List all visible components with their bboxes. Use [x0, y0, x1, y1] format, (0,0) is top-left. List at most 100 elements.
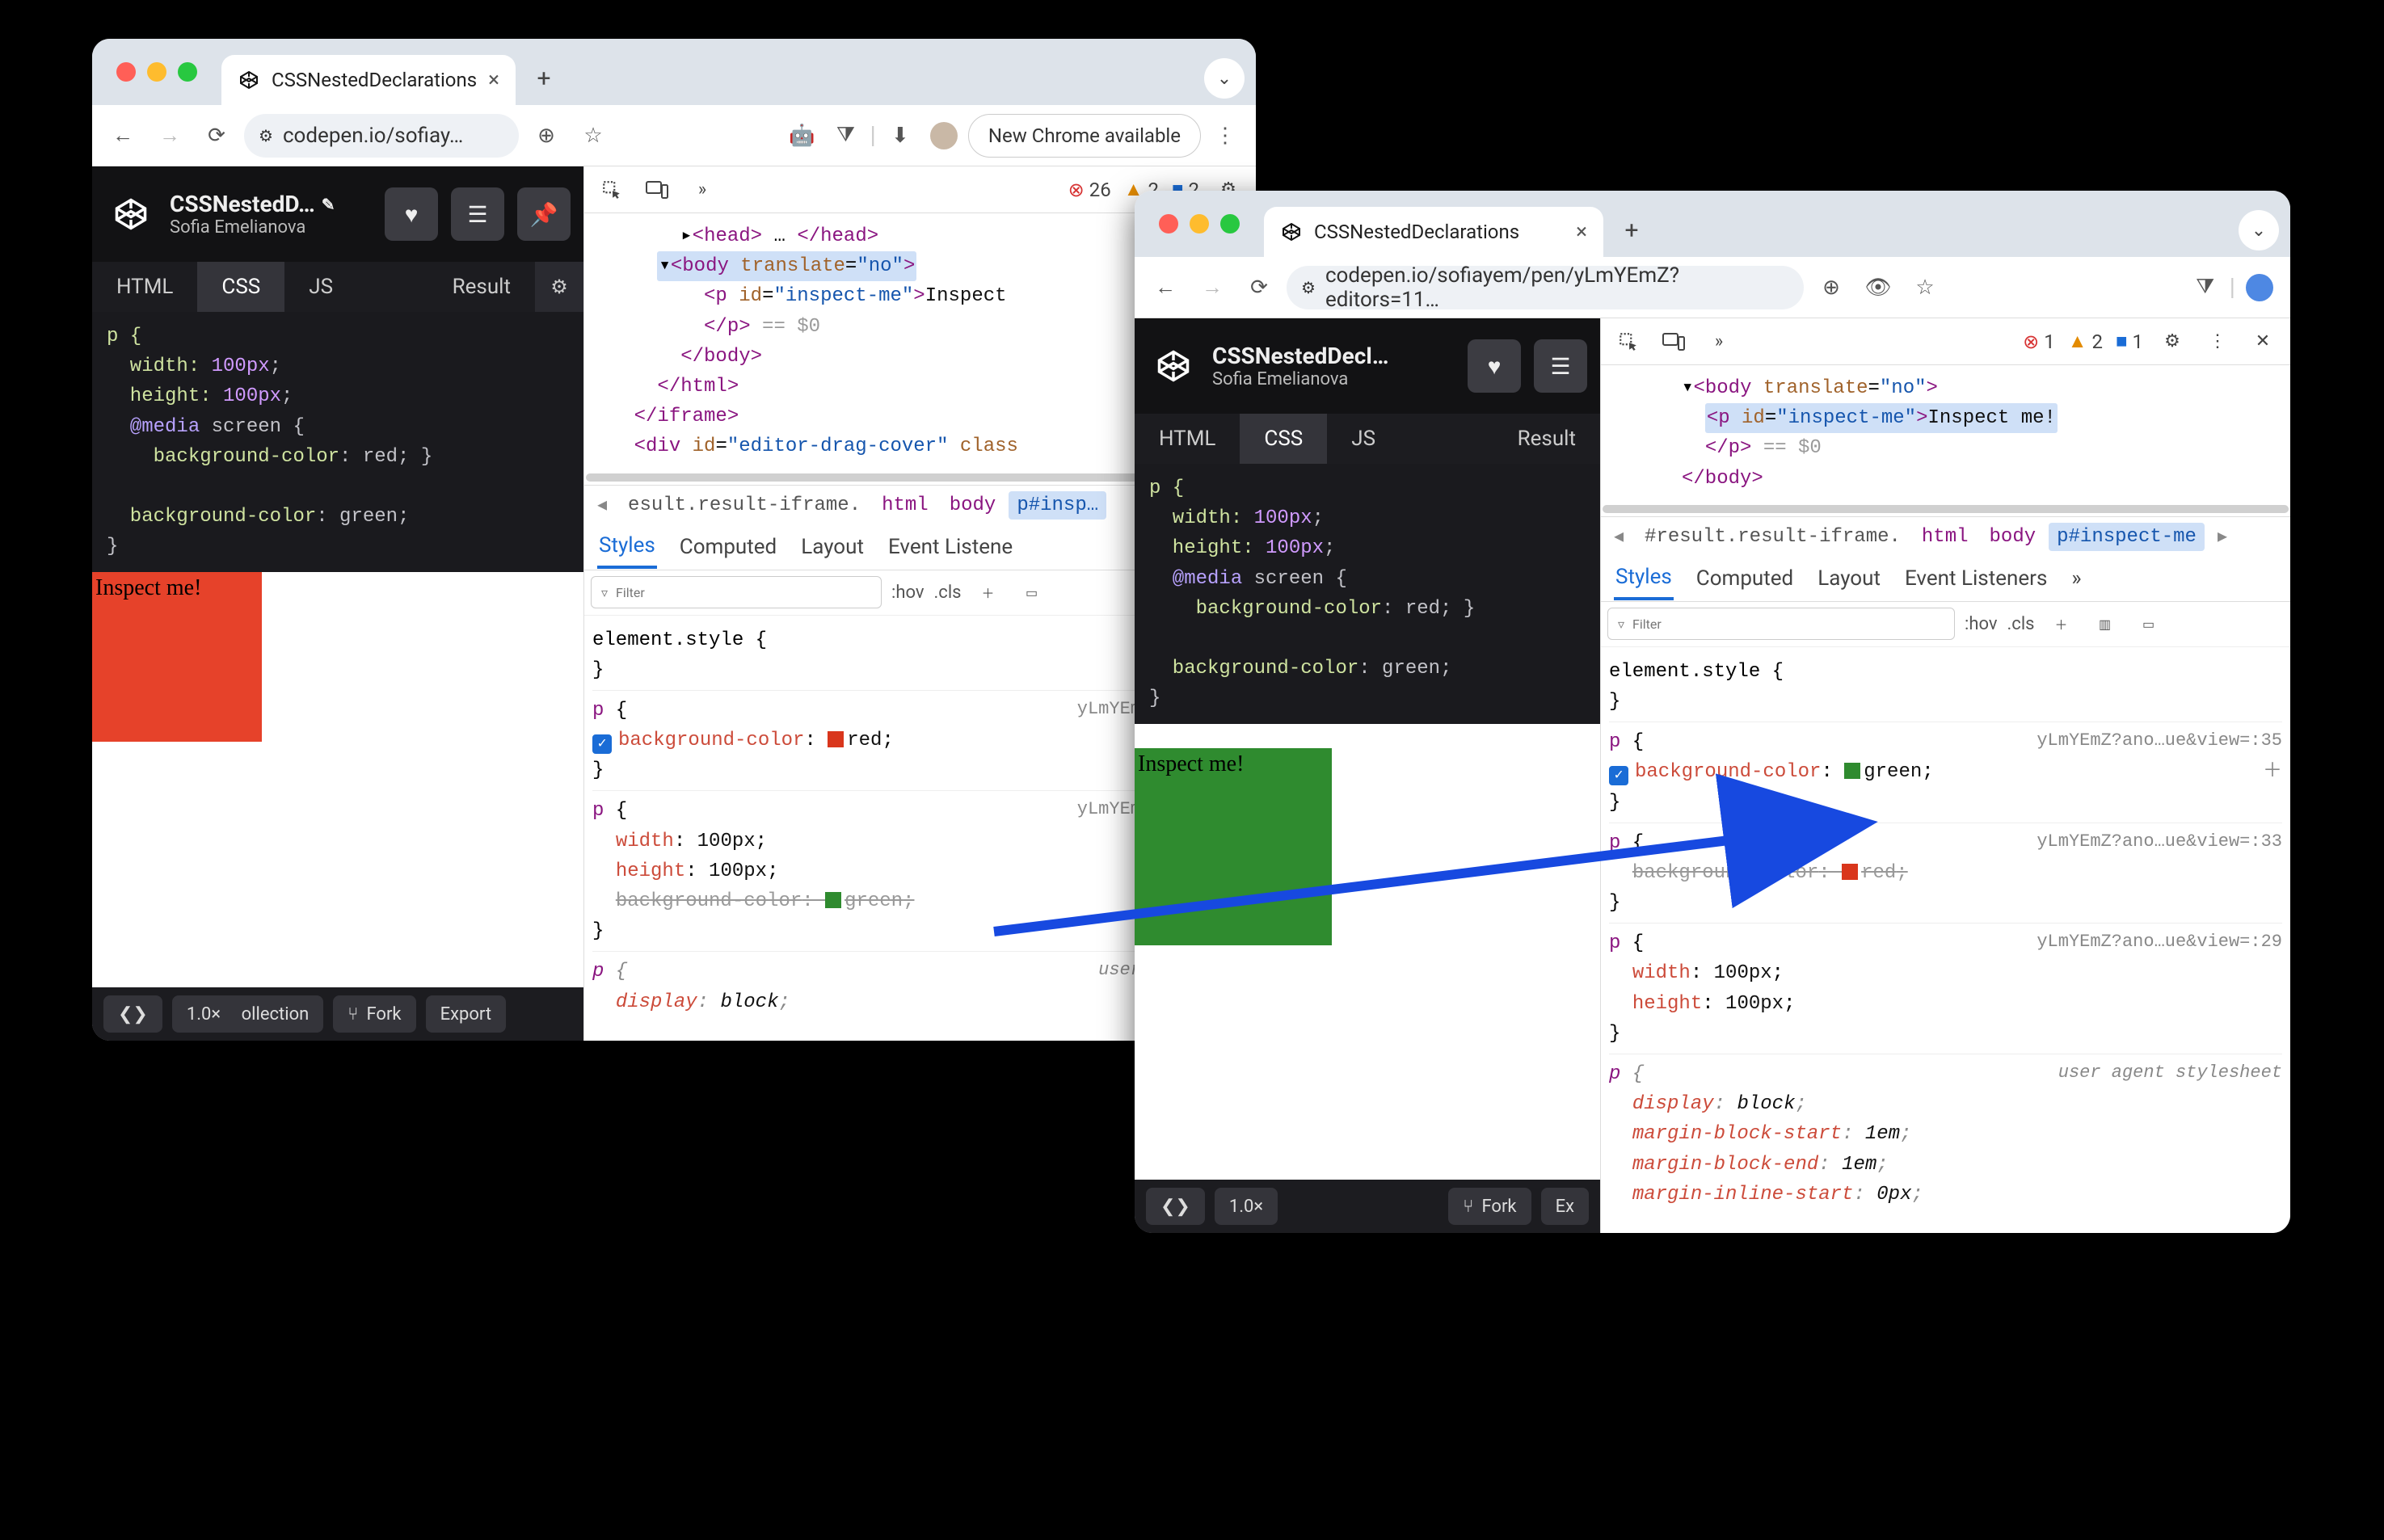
- crumb-prev[interactable]: ◀: [589, 491, 615, 519]
- back-button[interactable]: ←: [103, 116, 142, 155]
- tab-overflow-button[interactable]: ⌄: [1204, 58, 1245, 99]
- color-swatch-red[interactable]: [828, 731, 844, 747]
- filter-input[interactable]: ▿ Filter: [591, 576, 882, 608]
- close-devtools-icon[interactable]: ✕: [2247, 326, 2279, 358]
- tab-css[interactable]: CSS: [1240, 414, 1327, 464]
- error-count[interactable]: ⊗26: [1068, 179, 1111, 201]
- profile-avatar[interactable]: [2240, 268, 2279, 307]
- forward-button[interactable]: →: [150, 116, 189, 155]
- tab-styles[interactable]: Styles: [1614, 557, 1674, 600]
- device-mode-icon[interactable]: [641, 174, 673, 206]
- layers-icon[interactable]: ▭: [1015, 575, 1049, 609]
- browser-tab[interactable]: CSSNestedDeclarations ×: [1264, 207, 1603, 257]
- tab-listeners[interactable]: Event Listene: [887, 527, 1014, 567]
- tab-gear-icon[interactable]: ⚙: [535, 262, 583, 312]
- crumb-selected[interactable]: p#inspect-me: [2049, 523, 2205, 551]
- eye-off-icon[interactable]: 👁: [1859, 268, 1898, 307]
- maximize-window-button[interactable]: [178, 62, 197, 82]
- crumb-iframe[interactable]: #result.result-iframe.: [1636, 523, 1909, 551]
- tab-overflow-button[interactable]: ⌄: [2239, 210, 2279, 250]
- cls-toggle[interactable]: .cls: [934, 583, 962, 603]
- elements-tree[interactable]: ▾<body translate="no"> <p id="inspect-me…: [1601, 365, 2290, 502]
- zoom-icon[interactable]: ⊕: [527, 116, 566, 155]
- tab-styles[interactable]: Styles: [597, 525, 657, 569]
- maximize-window-button[interactable]: [1220, 214, 1240, 234]
- device-mode-icon[interactable]: [1657, 326, 1690, 358]
- heart-button[interactable]: ♥: [1468, 339, 1521, 393]
- console-toggle[interactable]: ❮❯: [103, 995, 162, 1033]
- url-field[interactable]: ⚙ codepen.io/sofiayem/pen/yLmYEmZ?editor…: [1287, 266, 1804, 309]
- url-field[interactable]: ⚙ codepen.io/sofiay…: [244, 114, 519, 158]
- close-tab-icon[interactable]: ×: [1576, 220, 1587, 244]
- source-link[interactable]: yLmYEmZ?ano…ue&view=:35: [2037, 727, 2282, 755]
- tab-layout[interactable]: Layout: [1816, 558, 1882, 599]
- tab-js[interactable]: JS: [284, 262, 357, 312]
- kebab-menu-icon[interactable]: ⋮: [1206, 116, 1245, 155]
- zoom-label[interactable]: 1.0× ollection: [172, 995, 323, 1033]
- color-swatch-red[interactable]: [1842, 864, 1858, 880]
- fork-button[interactable]: ⑂ Fork: [1448, 1188, 1531, 1225]
- error-count[interactable]: ⊗1: [2023, 330, 2055, 353]
- source-link[interactable]: yLmYEmZ?ano…ue&view=:29: [2037, 928, 2282, 956]
- close-window-button[interactable]: [116, 62, 136, 82]
- scrollbar[interactable]: [1603, 505, 2289, 513]
- site-settings-icon[interactable]: ⚙: [259, 126, 273, 145]
- tab-result[interactable]: Result: [428, 262, 535, 312]
- export-button[interactable]: Ex: [1541, 1188, 1589, 1225]
- tab-result[interactable]: Result: [1493, 414, 1600, 464]
- close-tab-icon[interactable]: ×: [488, 68, 499, 92]
- tab-computed[interactable]: Computed: [1695, 558, 1795, 599]
- inspect-target[interactable]: Inspect me!: [1135, 748, 1332, 945]
- tab-listeners[interactable]: Event Listeners: [1903, 558, 2049, 599]
- more-panels-icon[interactable]: »: [686, 174, 718, 206]
- browser-tab[interactable]: CSSNestedDeclarations ×: [221, 55, 516, 105]
- layers-icon[interactable]: ▭: [2132, 607, 2166, 641]
- flex-icon[interactable]: ▥: [2088, 607, 2122, 641]
- color-swatch-green[interactable]: [825, 892, 841, 908]
- tab-html[interactable]: HTML: [92, 262, 197, 312]
- inspect-target[interactable]: Inspect me!: [92, 572, 262, 742]
- minimize-window-button[interactable]: [147, 62, 166, 82]
- more-panels-icon[interactable]: »: [1703, 326, 1735, 358]
- add-declaration-icon[interactable]: ＋: [2263, 757, 2282, 787]
- rule-enabled-checkbox[interactable]: ✓: [1609, 766, 1628, 785]
- settings-list-button[interactable]: ☰: [451, 187, 504, 241]
- reload-button[interactable]: ⟳: [197, 116, 236, 155]
- crumb-html[interactable]: html: [874, 491, 937, 520]
- downloads-icon[interactable]: ⬇: [881, 116, 920, 155]
- robot-icon[interactable]: 🤖: [783, 116, 822, 155]
- export-button[interactable]: Export: [426, 995, 507, 1033]
- crumb-selected[interactable]: p#insp…: [1009, 491, 1106, 520]
- warn-count[interactable]: ▲2: [2068, 330, 2103, 353]
- crumb-body[interactable]: body: [1982, 523, 2045, 551]
- back-button[interactable]: ←: [1146, 268, 1185, 307]
- inspect-element-icon[interactable]: [1612, 326, 1645, 358]
- codepen-logo[interactable]: [1148, 340, 1199, 392]
- tab-layout[interactable]: Layout: [799, 527, 866, 567]
- css-editor[interactable]: p { width: 100px; height: 100px; @media …: [1135, 464, 1600, 724]
- add-rule-icon[interactable]: ＋: [2045, 607, 2079, 641]
- minimize-window-button[interactable]: [1190, 214, 1209, 234]
- extensions-icon[interactable]: ⧩: [827, 116, 866, 155]
- crumb-html[interactable]: html: [1914, 523, 1977, 551]
- crumb-prev[interactable]: ◀: [1606, 523, 1632, 550]
- edit-pen-icon[interactable]: ✎: [322, 195, 335, 214]
- gear-icon[interactable]: ⚙: [2156, 326, 2188, 358]
- source-link[interactable]: yLmYEmZ?ano…ue&view=:33: [2037, 828, 2282, 856]
- reload-button[interactable]: ⟳: [1240, 268, 1278, 307]
- rule-enabled-checkbox[interactable]: ✓: [592, 734, 612, 754]
- chrome-update-chip[interactable]: New Chrome available: [968, 114, 1201, 158]
- extensions-icon[interactable]: ⧩: [2186, 268, 2225, 307]
- filter-input[interactable]: ▿ Filter: [1607, 608, 1955, 640]
- new-tab-button[interactable]: +: [524, 58, 564, 99]
- tab-html[interactable]: HTML: [1135, 414, 1240, 464]
- codepen-logo[interactable]: [105, 188, 157, 240]
- pin-button[interactable]: 📌: [517, 187, 571, 241]
- tab-css[interactable]: CSS: [197, 262, 284, 312]
- color-swatch-green[interactable]: [1844, 763, 1860, 779]
- css-editor[interactable]: p { width: 100px; height: 100px; @media …: [92, 312, 583, 572]
- cls-toggle[interactable]: .cls: [2007, 614, 2035, 634]
- bookmark-icon[interactable]: ☆: [1906, 268, 1944, 307]
- settings-list-button[interactable]: ☰: [1534, 339, 1587, 393]
- site-settings-icon[interactable]: ⚙: [1301, 278, 1316, 297]
